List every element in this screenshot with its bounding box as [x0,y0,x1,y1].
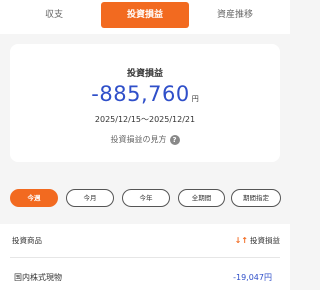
help-link-label: 投資損益の見方 [110,135,167,144]
investment-summary-card: 投資損益 -885,760 円 2025/12/15〜2025/12/21 投資損… [10,44,280,162]
tab-income-expense[interactable]: 収支 [10,2,98,28]
help-link[interactable]: 投資損益の見方? [10,134,280,145]
list-item-name[interactable]: 国内株式現物 [14,272,62,283]
period-button-custom-range[interactable]: 期間指定 [231,189,281,207]
list-divider [10,257,280,258]
sort-by-pl-button[interactable]: ↓↑ 投資損益 [235,235,280,246]
period-button-this-year[interactable]: 今年 [122,189,170,207]
summary-period: 2025/12/15〜2025/12/21 [94,115,196,124]
summary-amount-unit: 円 [191,95,199,103]
tab-investment-pl[interactable]: 投資損益 [101,2,189,28]
investment-list: 投資商品 ↓↑ 投資損益 国内株式現物 -19,047円 [0,224,290,290]
period-button-all-time[interactable]: 全期間 [178,189,225,207]
list-header-product: 投資商品 [12,236,42,245]
list-header-pl: 投資損益 [250,236,280,245]
summary-title: 投資損益 [126,69,163,79]
summary-amount: -885,760 円 [10,82,280,106]
period-button-this-month[interactable]: 今月 [66,189,114,207]
summary-amount-value: -885,760 [91,82,190,106]
sort-icon: ↓↑ [234,236,248,245]
tab-asset-trend[interactable]: 資産推移 [191,2,279,28]
help-icon: ? [169,134,180,145]
period-button-this-week[interactable]: 今週 [10,189,58,207]
list-item-value: -19,047円 [233,273,272,282]
tab-bar: 収支 投資損益 資産推移 [0,0,290,34]
